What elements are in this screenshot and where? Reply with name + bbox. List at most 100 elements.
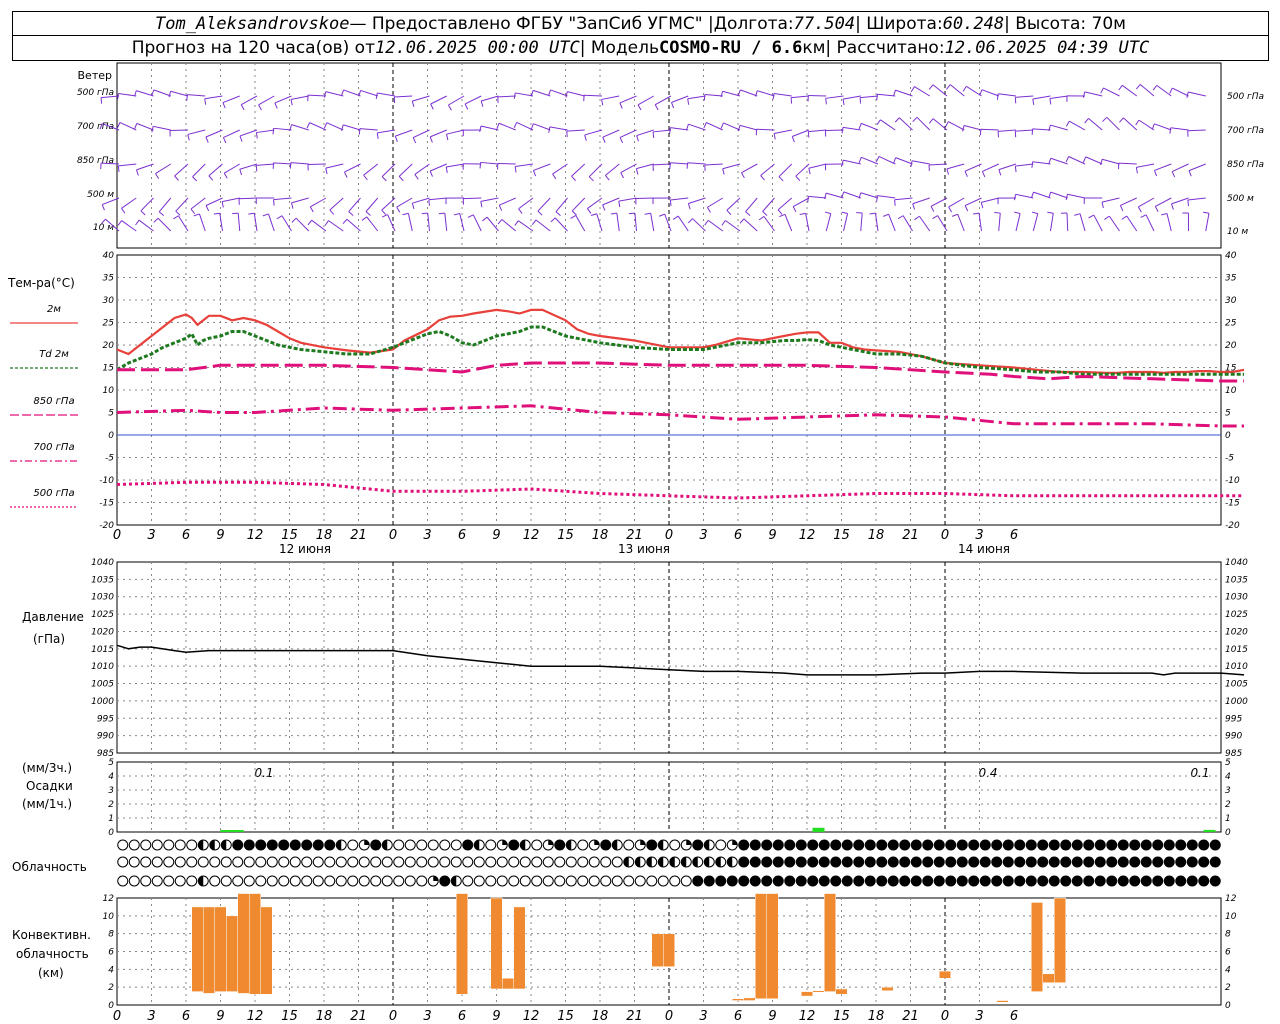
wind-barb: [602, 129, 620, 138]
wind-barb: [237, 213, 241, 232]
cloud-symbol: [784, 856, 796, 868]
wind-barb: [1015, 95, 1034, 98]
conv-panel-xtick: 21: [626, 1009, 643, 1024]
cloud-symbol: [669, 839, 681, 851]
wind-barb-feather: [514, 166, 517, 173]
wind-barb: [919, 215, 931, 232]
pressure-panel-ytick-left: 1015: [91, 645, 114, 655]
cloud-symbol: [772, 875, 784, 887]
cloud-symbol: [979, 875, 991, 887]
wind-barb-feather: [602, 137, 606, 143]
temp-panel-xtick: 0: [941, 528, 949, 543]
cloud-symbol-half: [704, 840, 710, 850]
cloud-symbol: [922, 875, 934, 887]
wind-barb-feather: [255, 132, 258, 139]
wind-barb: [670, 162, 689, 165]
conv-bar: [996, 1000, 1009, 1003]
wind-barb-feather: [635, 168, 639, 175]
pressure-panel-ytick-right: 1015: [1225, 645, 1248, 655]
wind-barb-feather: [1137, 206, 1142, 213]
conv-bar: [755, 893, 767, 1000]
wind-barb: [795, 163, 810, 177]
wind-barb-feather: [951, 213, 958, 217]
cloud-symbol: [1129, 875, 1141, 887]
conv-panel-xtick: 6: [458, 1009, 466, 1024]
wind-barb: [459, 213, 465, 232]
wind-barb: [533, 163, 551, 171]
pressure-panel-ytick-right: 1020: [1225, 627, 1248, 637]
wind-barb-feather: [981, 171, 986, 178]
wind-barb-feather: [175, 210, 181, 216]
cloud-symbol: [761, 839, 773, 851]
wind-barb-feather: [894, 117, 900, 123]
temp-panel-ytick-right: -15: [1225, 499, 1240, 509]
pressure-panel-ytick-left: 1005: [91, 680, 114, 690]
conv-bar: [1031, 902, 1043, 992]
pressure-panel-ytick-left: 1035: [91, 575, 114, 585]
precip-bar: [812, 827, 825, 832]
cloud-symbol: [232, 856, 244, 868]
wind-barb: [190, 197, 206, 210]
wind-barb: [549, 126, 568, 131]
cloud-symbol: [1175, 856, 1187, 868]
cloud-symbol: [209, 875, 221, 887]
conv-bar: [1042, 973, 1055, 983]
wind-barb-feather: [438, 212, 445, 215]
wind-barb-feather: [222, 137, 227, 144]
wind-barb: [398, 163, 413, 177]
cloud-symbol: [289, 875, 301, 887]
wind-barb: [805, 213, 810, 232]
cloud-symbol: [956, 875, 968, 887]
precip-panel-ytick-left: 5: [108, 758, 114, 768]
wind-barb: [325, 163, 344, 169]
cloud-symbol: [117, 875, 129, 887]
conv-bar: [203, 906, 215, 994]
conv-panel-xtick: 21: [902, 1009, 919, 1024]
wind-barb: [256, 129, 275, 134]
temp-panel-ytick-right: 10: [1225, 386, 1237, 396]
cloud-symbol: [324, 875, 336, 887]
conv-panel-ytick-left: 6: [108, 948, 114, 958]
wind-barb: [325, 91, 344, 97]
wind-barb-feather: [773, 133, 776, 140]
wind-barb-feather: [239, 169, 243, 176]
cloud-symbol: [1106, 839, 1118, 851]
wind-barb: [722, 163, 741, 170]
conv-bar: [1054, 897, 1066, 983]
pressure-panel-ytick-right: 1040: [1225, 558, 1248, 568]
wind-barb: [1069, 120, 1086, 131]
wind-barb: [1106, 116, 1120, 131]
wind-barb: [446, 129, 465, 135]
wind-barb-feather: [1151, 123, 1155, 130]
wind-barb-feather: [153, 217, 159, 223]
cloud-symbol: [1198, 875, 1210, 887]
wind-barb-feather: [222, 102, 226, 109]
cloud-symbol-quarter: [686, 840, 692, 845]
precip-unit-3h: (мм/3ч.): [22, 761, 72, 775]
wind-barb-feather: [116, 122, 121, 129]
cloud-symbol: [1209, 856, 1221, 868]
wind-barb-feather: [882, 213, 889, 217]
conv-bar: [939, 970, 951, 979]
wind-barb-feather: [323, 122, 328, 129]
precip-panel-ytick-left: 2: [108, 800, 114, 810]
wind-barb-feather: [912, 203, 916, 210]
conv-panel-ytick-left: 8: [108, 930, 114, 940]
cloud-symbol-half: [727, 857, 733, 867]
wind-barb-feather: [858, 157, 862, 164]
wind-barb-feather: [570, 214, 577, 219]
cloud-symbol: [1037, 856, 1049, 868]
wind-barb: [653, 129, 672, 133]
cloud-symbol: [807, 875, 819, 887]
wind-barb-feather: [381, 209, 387, 215]
wind-barb-feather: [792, 206, 797, 213]
wind-barb: [307, 94, 327, 97]
wind-barb-feather: [204, 98, 207, 105]
wind-barb-feather: [946, 168, 950, 175]
precip-panel-ytick-right: 5: [1225, 758, 1231, 768]
wind-barb-feather: [1013, 194, 1017, 201]
temp-panel-ytick-left: 40: [103, 251, 115, 261]
wind-barb-feather: [396, 206, 401, 213]
cloud-symbol: [1037, 875, 1049, 887]
meteogram-chart: Ветер Тем-ра(°C) Давление (гПа) (мм/3ч.)…: [7, 62, 1264, 1024]
